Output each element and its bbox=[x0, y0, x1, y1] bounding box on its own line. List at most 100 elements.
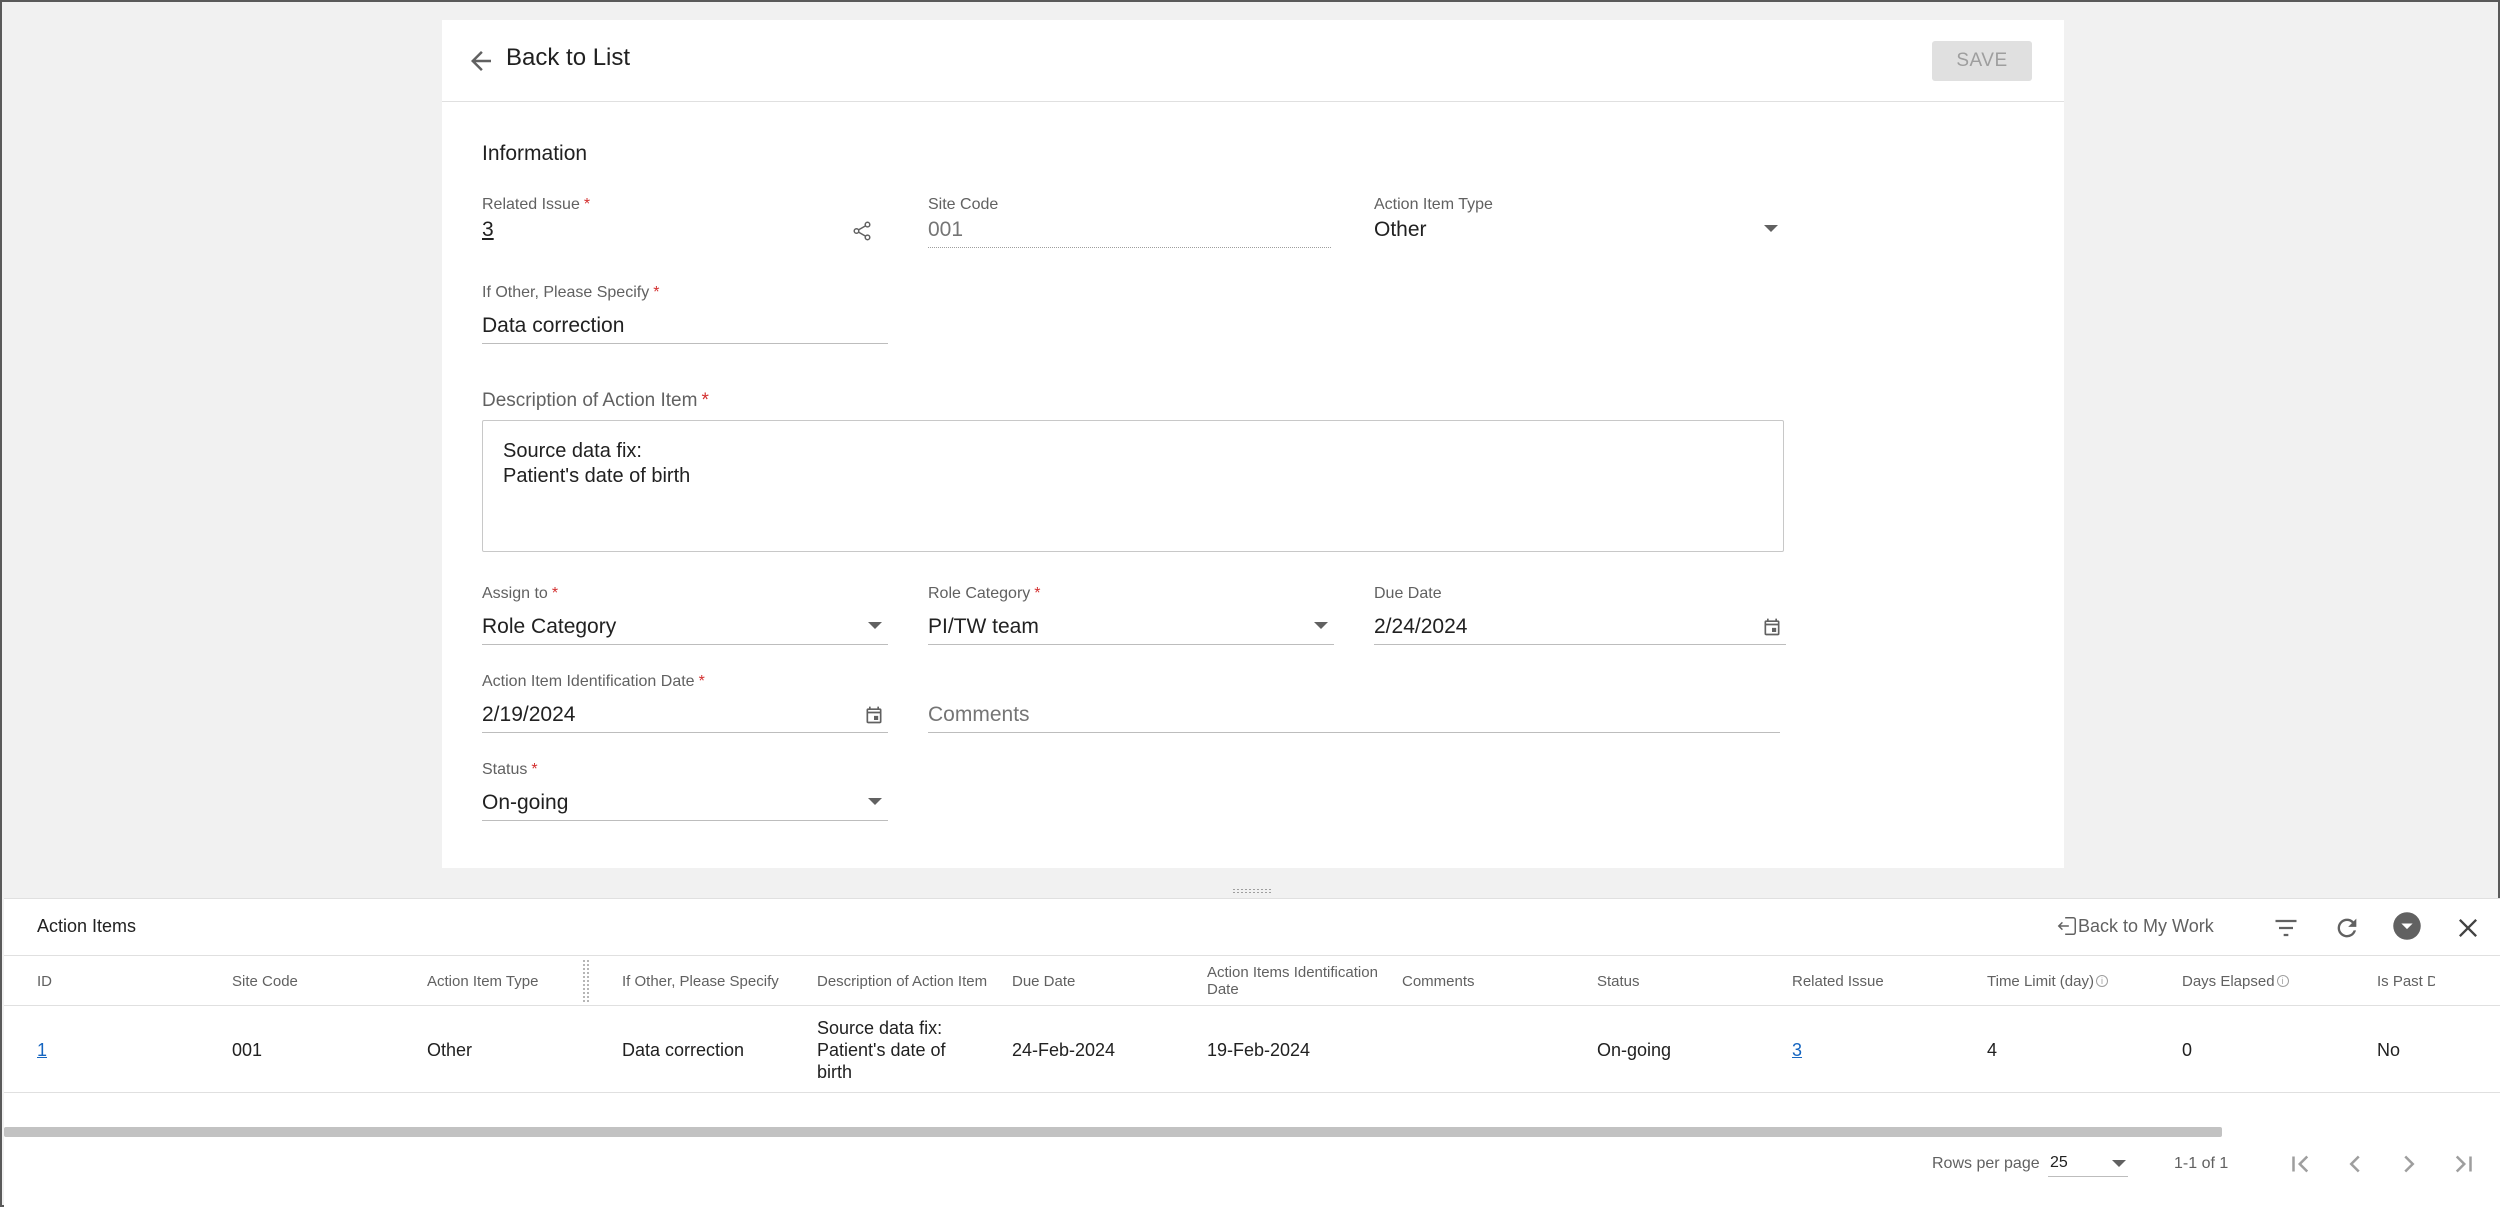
status-value: On-going bbox=[482, 791, 569, 814]
column-header-action-item-type[interactable]: Action Item Type bbox=[427, 956, 607, 1006]
calendar-icon[interactable] bbox=[864, 705, 884, 725]
table-row[interactable]: 1 001 Other Data correction Source data … bbox=[4, 1007, 2500, 1093]
assign-to-value: Role Category bbox=[482, 615, 617, 638]
panel-resize-handle[interactable] bbox=[1232, 888, 1272, 894]
column-header-time-limit[interactable]: Time Limit (day) i bbox=[1987, 956, 2167, 1006]
action-item-type-value: Other bbox=[1374, 218, 1427, 241]
first-page-icon[interactable] bbox=[2286, 1149, 2316, 1179]
panel-title: Action Items bbox=[37, 916, 137, 936]
if-other-value: Data correction bbox=[482, 314, 625, 337]
share-icon[interactable] bbox=[851, 220, 873, 242]
column-header-is-past-due[interactable]: Is Past D bbox=[2377, 956, 2435, 1006]
identification-date-field[interactable]: Action Item Identification Date * 2/19/20… bbox=[482, 673, 888, 733]
back-to-my-work-label: Back to My Work bbox=[2078, 915, 2214, 936]
column-resize-handle[interactable] bbox=[582, 959, 590, 1003]
last-page-icon[interactable] bbox=[2448, 1149, 2478, 1179]
form-header: Back to List SAVE bbox=[442, 20, 2064, 102]
row-related-issue-link[interactable]: 3 bbox=[1792, 1039, 1802, 1061]
table-header: ID Site Code Action Item Type If Other, … bbox=[4, 956, 2500, 1006]
site-code-value: 001 bbox=[928, 218, 964, 241]
chevron-down-icon bbox=[1764, 225, 1778, 232]
cell-if-other: Data correction bbox=[622, 1040, 745, 1060]
back-arrow-icon[interactable] bbox=[466, 46, 496, 76]
column-header-description[interactable]: Description of Action Item bbox=[817, 956, 997, 1006]
description-line-2: Patient's date of birth bbox=[503, 465, 691, 487]
row-id-link[interactable]: 1 bbox=[37, 1039, 47, 1061]
role-category-label: Role Category * bbox=[928, 585, 1041, 602]
description-label: Description of Action Item * bbox=[482, 390, 709, 411]
action-items-panel: Action Items Back to My Work ID Site Cod… bbox=[4, 898, 2500, 1207]
column-header-due-date[interactable]: Due Date bbox=[1012, 956, 1192, 1006]
column-header-if-other[interactable]: If Other, Please Specify bbox=[622, 956, 802, 1006]
identification-date-underline bbox=[482, 732, 888, 733]
cell-days-elapsed: 0 bbox=[2182, 1040, 2193, 1060]
identification-date-label: Action Item Identification Date * bbox=[482, 673, 705, 690]
column-header-identification-date[interactable]: Action Items Identification Date bbox=[1207, 956, 1387, 1006]
site-code-label: Site Code bbox=[928, 196, 999, 213]
horizontal-scrollbar[interactable] bbox=[4, 1127, 2222, 1137]
due-date-field[interactable]: Due Date 2/24/2024 bbox=[1374, 585, 1786, 645]
column-header-id[interactable]: ID bbox=[37, 956, 217, 1006]
pagination-range: 1-1 of 1 bbox=[2174, 1155, 2229, 1172]
chevron-down-icon bbox=[2112, 1160, 2126, 1167]
close-icon[interactable] bbox=[2454, 913, 2482, 943]
chevron-down-icon bbox=[868, 798, 882, 805]
save-button[interactable]: SAVE bbox=[1932, 41, 2032, 81]
due-date-label: Due Date bbox=[1374, 585, 1442, 602]
rows-per-page-value: 25 bbox=[2050, 1154, 2068, 1171]
cell-time-limit: 4 bbox=[1987, 1040, 1998, 1060]
cell-description: Source data fix: Patient's date of birth bbox=[817, 1018, 946, 1082]
back-to-list-link[interactable]: Back to List bbox=[506, 44, 630, 72]
column-header-site-code[interactable]: Site Code bbox=[232, 956, 412, 1006]
column-header-days-elapsed[interactable]: Days Elapsed i bbox=[2182, 956, 2362, 1006]
description-textarea[interactable]: Source data fix: Patient's date of birth bbox=[482, 420, 1784, 552]
section-title: Information bbox=[482, 142, 588, 165]
cell-identification-date: 19-Feb-2024 bbox=[1207, 1040, 1311, 1060]
action-item-type-select[interactable]: Action Item Type Other bbox=[1374, 196, 1784, 248]
site-code-field: Site Code 001 bbox=[928, 196, 1331, 248]
cell-action-item-type: Other bbox=[427, 1040, 473, 1060]
filter-icon[interactable] bbox=[2272, 913, 2300, 943]
if-other-field[interactable]: If Other, Please Specify * Data correctio… bbox=[482, 284, 888, 344]
calendar-icon[interactable] bbox=[1762, 617, 1782, 637]
cell-due-date: 24-Feb-2024 bbox=[1012, 1040, 1116, 1060]
comments-field[interactable]: Comments bbox=[928, 673, 1780, 733]
refresh-icon[interactable] bbox=[2333, 913, 2361, 943]
action-item-type-label: Action Item Type bbox=[1374, 196, 1493, 213]
assign-to-label: Assign to * bbox=[482, 585, 559, 602]
related-issue-link[interactable]: 3 bbox=[482, 218, 494, 242]
back-to-my-work-button[interactable]: Back to My Work bbox=[2056, 911, 2214, 941]
rows-per-page-label: Rows per page bbox=[1932, 1155, 2040, 1172]
chevron-down-icon bbox=[868, 622, 882, 629]
app-frame: Back to List SAVE Information Related Is… bbox=[0, 0, 2500, 1207]
chevron-down-icon bbox=[1314, 622, 1328, 629]
identification-date-value: 2/19/2024 bbox=[482, 703, 576, 726]
status-underline bbox=[482, 820, 888, 821]
cell-comments bbox=[1402, 1007, 1582, 1093]
related-issue-field[interactable]: Related Issue * 3 bbox=[482, 196, 877, 248]
collapse-panel-icon[interactable] bbox=[2390, 911, 2424, 941]
cell-is-past-due: No bbox=[2377, 1040, 2401, 1060]
role-category-select[interactable]: Role Category * PI/TW team bbox=[928, 585, 1334, 645]
info-icon[interactable]: i bbox=[2095, 975, 2108, 987]
next-page-icon[interactable] bbox=[2394, 1149, 2424, 1179]
role-category-value: PI/TW team bbox=[928, 615, 1039, 638]
if-other-label: If Other, Please Specify * bbox=[482, 284, 660, 301]
column-header-related-issue[interactable]: Related Issue bbox=[1792, 956, 1972, 1006]
exit-icon bbox=[2057, 917, 2076, 935]
due-date-value: 2/24/2024 bbox=[1374, 615, 1468, 638]
info-icon[interactable]: i bbox=[2276, 975, 2289, 987]
column-header-status[interactable]: Status bbox=[1597, 956, 1777, 1006]
comments-underline bbox=[928, 732, 1780, 733]
description-line-1: Source data fix: bbox=[503, 440, 642, 462]
status-select[interactable]: Status * On-going bbox=[482, 761, 888, 821]
assign-to-underline bbox=[482, 644, 888, 645]
status-label: Status * bbox=[482, 761, 538, 778]
previous-page-icon[interactable] bbox=[2340, 1149, 2370, 1179]
related-issue-label: Related Issue * bbox=[482, 196, 591, 213]
assign-to-select[interactable]: Assign to * Role Category bbox=[482, 585, 888, 645]
if-other-underline bbox=[482, 343, 888, 344]
rows-per-page-select[interactable]: 25 bbox=[2048, 1151, 2128, 1177]
column-header-comments[interactable]: Comments bbox=[1402, 956, 1582, 1006]
action-item-form-card: Back to List SAVE Information Related Is… bbox=[442, 20, 2064, 868]
